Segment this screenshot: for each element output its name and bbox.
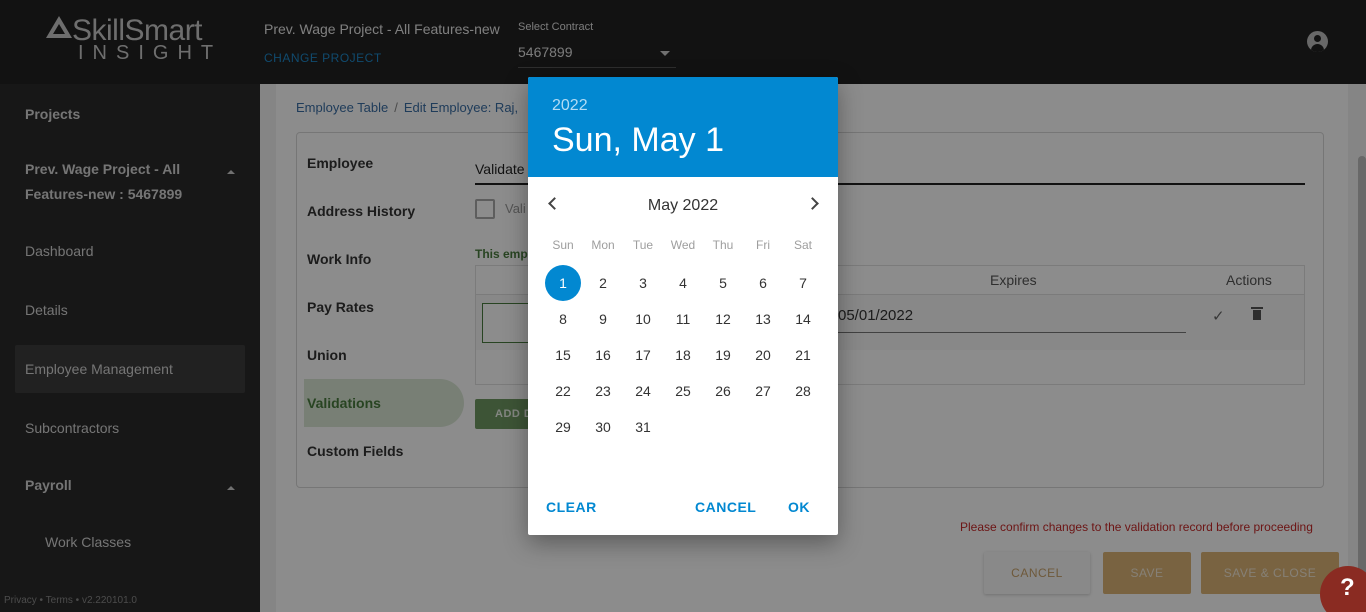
date-picker-dialog: 2022 Sun, May 1 May 2022 CLEAR CANCEL OK… — [528, 77, 838, 535]
month-label: May 2022 — [647, 197, 719, 214]
calendar-day[interactable]: 4 — [665, 265, 701, 301]
calendar-day[interactable]: 13 — [745, 301, 781, 337]
calendar-day[interactable]: 21 — [785, 337, 821, 373]
weekday-label: Wed — [670, 238, 696, 252]
clear-button[interactable]: CLEAR — [546, 499, 597, 515]
calendar-day[interactable]: 9 — [585, 301, 621, 337]
calendar-day[interactable]: 6 — [745, 265, 781, 301]
calendar-day[interactable]: 5 — [705, 265, 741, 301]
calendar-day[interactable]: 22 — [545, 373, 581, 409]
weekday-label: Tue — [632, 238, 654, 252]
selected-day[interactable]: 1 — [545, 265, 581, 301]
calendar-day[interactable]: 17 — [625, 337, 661, 373]
calendar-day[interactable]: 19 — [705, 337, 741, 373]
date-picker-year[interactable]: 2022 — [552, 97, 588, 115]
calendar-day[interactable]: 28 — [785, 373, 821, 409]
calendar-day[interactable]: 23 — [585, 373, 621, 409]
calendar-day[interactable]: 8 — [545, 301, 581, 337]
calendar-day[interactable]: 10 — [625, 301, 661, 337]
calendar-day[interactable]: 31 — [625, 409, 661, 445]
weekday-label: Sun — [552, 238, 574, 252]
calendar-day[interactable]: 26 — [705, 373, 741, 409]
date-picker-header: 2022 Sun, May 1 — [528, 77, 838, 177]
calendar-day[interactable]: 7 — [785, 265, 821, 301]
calendar-day[interactable]: 12 — [705, 301, 741, 337]
weekday-label: Sat — [793, 238, 812, 252]
calendar-day[interactable]: 3 — [625, 265, 661, 301]
calendar-day[interactable]: 16 — [585, 337, 621, 373]
calendar-day[interactable]: 30 — [585, 409, 621, 445]
calendar-day[interactable]: 24 — [625, 373, 661, 409]
weekday-label: Fri — [756, 238, 770, 252]
date-picker-selected-date[interactable]: Sun, May 1 — [552, 121, 724, 160]
calendar-day[interactable]: 11 — [665, 301, 701, 337]
calendar-day[interactable]: 29 — [545, 409, 581, 445]
calendar-day[interactable]: 27 — [745, 373, 781, 409]
weekday-label: Mon — [591, 238, 615, 252]
calendar-day[interactable]: 18 — [665, 337, 701, 373]
calendar-day[interactable]: 25 — [665, 373, 701, 409]
weekday-label: Thu — [712, 238, 734, 252]
calendar-day[interactable]: 20 — [745, 337, 781, 373]
ok-button[interactable]: OK — [788, 499, 810, 515]
calendar-day[interactable]: 14 — [785, 301, 821, 337]
calendar-day[interactable]: 2 — [585, 265, 621, 301]
calendar-day[interactable]: 15 — [545, 337, 581, 373]
dialog-cancel-button[interactable]: CANCEL — [695, 499, 756, 515]
